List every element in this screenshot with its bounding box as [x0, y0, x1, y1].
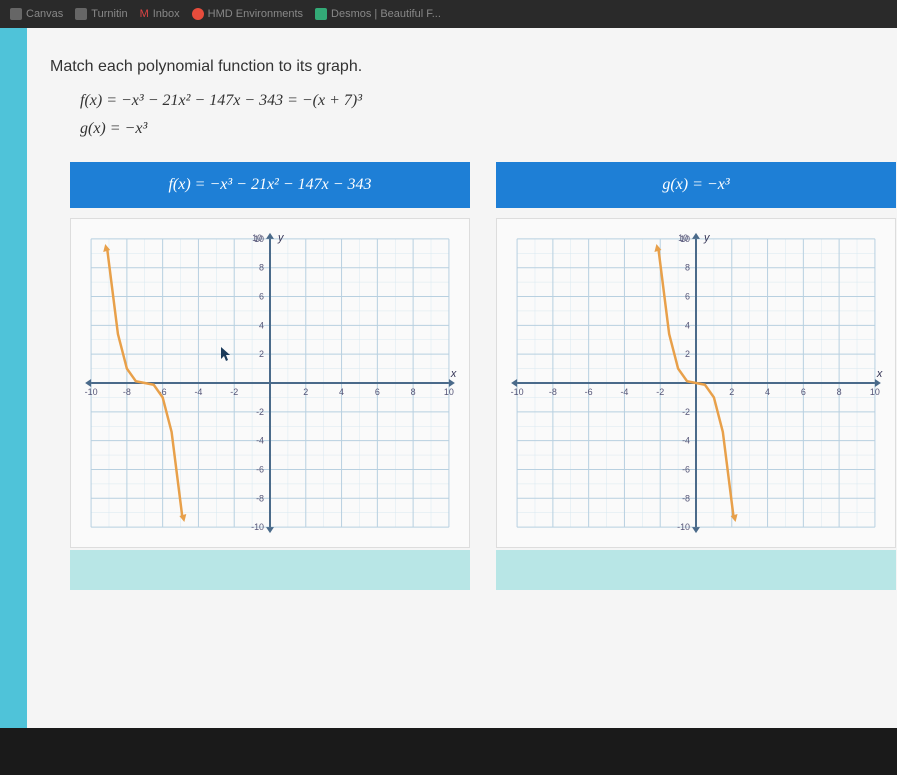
- svg-text:6: 6: [801, 387, 806, 397]
- svg-text:-2: -2: [256, 407, 264, 417]
- function-card-g[interactable]: g(x) = −x³ -10 -8 -6 -4 -2 2 4 6 8 10 -10 -8 -6 -4 -2 2…: [496, 162, 896, 590]
- svg-text:-4: -4: [194, 387, 202, 397]
- svg-text:8: 8: [837, 387, 842, 397]
- browser-tab[interactable]: MInbox: [140, 8, 180, 20]
- svg-text:8: 8: [685, 263, 690, 273]
- answer-drop-zone[interactable]: [496, 550, 896, 590]
- svg-text:10: 10: [678, 233, 688, 243]
- tab-icon: [75, 8, 87, 20]
- svg-text:-4: -4: [256, 436, 264, 446]
- svg-text:2: 2: [259, 349, 264, 359]
- svg-text:y: y: [703, 232, 711, 244]
- svg-text:2: 2: [685, 349, 690, 359]
- page-content: Match each polynomial function to its gr…: [0, 28, 897, 728]
- svg-text:4: 4: [259, 320, 264, 330]
- card-header[interactable]: f(x) = −x³ − 21x² − 147x − 343: [70, 162, 470, 208]
- svg-text:4: 4: [765, 387, 770, 397]
- browser-tab[interactable]: Desmos | Beautiful F...: [315, 8, 441, 20]
- svg-text:-10: -10: [85, 387, 98, 397]
- browser-tab[interactable]: HMD Environments: [192, 8, 303, 20]
- svg-text:-6: -6: [585, 387, 593, 397]
- svg-text:-8: -8: [256, 493, 264, 503]
- svg-text:-4: -4: [620, 387, 628, 397]
- card-header[interactable]: g(x) = −x³: [496, 162, 896, 208]
- svg-text:6: 6: [375, 387, 380, 397]
- answer-drop-zone[interactable]: [70, 550, 470, 590]
- svg-text:6: 6: [685, 292, 690, 302]
- svg-text:x: x: [876, 368, 883, 380]
- svg-text:-8: -8: [682, 493, 690, 503]
- svg-text:-2: -2: [656, 387, 664, 397]
- graph-container: -10-8-6-4-2246810-10-8-6-4-2246810xy10: [496, 218, 896, 548]
- svg-text:-6: -6: [682, 464, 690, 474]
- function-card-f[interactable]: f(x) = −x³ − 21x² − 147x − 343 -10 -8 -6 -4…: [70, 162, 470, 590]
- svg-text:-8: -8: [123, 387, 131, 397]
- svg-text:2: 2: [303, 387, 308, 397]
- svg-text:10: 10: [444, 387, 454, 397]
- svg-text:-8: -8: [549, 387, 557, 397]
- tab-icon: [192, 8, 204, 20]
- svg-text:10: 10: [252, 233, 262, 243]
- svg-text:6: 6: [259, 292, 264, 302]
- equation-f: f(x) = −x³ − 21x² − 147x − 343 = −(x + 7…: [80, 92, 857, 110]
- browser-tab[interactable]: Canvas: [10, 8, 63, 20]
- svg-text:8: 8: [411, 387, 416, 397]
- svg-text:y: y: [277, 232, 285, 244]
- equation-g: g(x) = −x³: [80, 120, 857, 138]
- graph-svg: -10-8-6-4-2246810-10-8-6-4-2246810xy10: [71, 219, 469, 547]
- svg-text:8: 8: [259, 263, 264, 273]
- svg-text:10: 10: [870, 387, 880, 397]
- tab-icon: [10, 8, 22, 20]
- svg-text:-10: -10: [251, 522, 264, 532]
- question-title: Match each polynomial function to its gr…: [50, 58, 857, 76]
- graph-svg: -10-8-6-4-2246810-10-8-6-4-2246810xy10: [497, 219, 895, 547]
- svg-text:-4: -4: [682, 436, 690, 446]
- svg-text:-10: -10: [677, 522, 690, 532]
- graph-container: -10-8-6-4-2246810-10-8-6-4-2246810xy10: [70, 218, 470, 548]
- browser-tab[interactable]: Turnitin: [75, 8, 127, 20]
- svg-text:4: 4: [339, 387, 344, 397]
- svg-text:x: x: [450, 368, 457, 380]
- svg-text:-2: -2: [230, 387, 238, 397]
- svg-text:2: 2: [729, 387, 734, 397]
- equation-list: f(x) = −x³ − 21x² − 147x − 343 = −(x + 7…: [80, 92, 857, 138]
- browser-tab-bar: Canvas Turnitin MInbox HMD Environments …: [0, 0, 897, 28]
- tab-icon: [315, 8, 327, 20]
- svg-text:-6: -6: [256, 464, 264, 474]
- svg-text:-2: -2: [682, 407, 690, 417]
- svg-text:-10: -10: [511, 387, 524, 397]
- svg-text:4: 4: [685, 320, 690, 330]
